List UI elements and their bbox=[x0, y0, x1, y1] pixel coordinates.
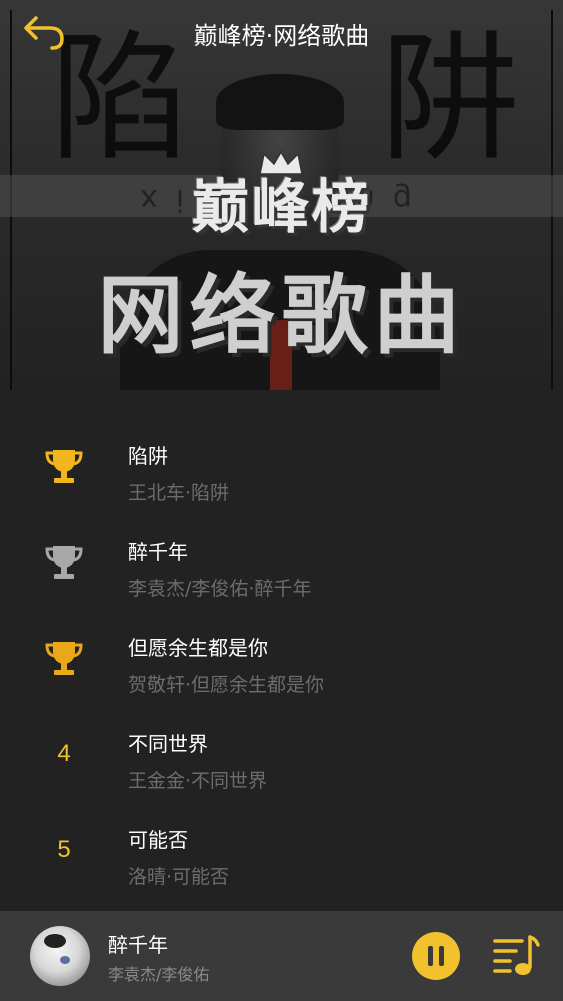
song-artist: 王金金·不同世界 bbox=[128, 770, 268, 792]
player-artist: 李袁杰/李俊佑 bbox=[108, 965, 210, 984]
song-row[interactable]: 醉千年 李袁杰/李俊佑·醉千年 bbox=[0, 516, 563, 612]
pause-button[interactable] bbox=[412, 932, 460, 980]
pause-icon bbox=[428, 946, 433, 966]
rank-badge bbox=[40, 442, 88, 490]
player-song-title: 醉千年 bbox=[108, 933, 168, 957]
rank-badge bbox=[40, 538, 88, 586]
cover-subtitle: 网络歌曲 bbox=[97, 266, 466, 366]
song-title: 可能否 bbox=[128, 828, 188, 852]
rank-badge: 5 bbox=[40, 826, 88, 874]
playlist-button[interactable] bbox=[492, 931, 542, 981]
song-row[interactable]: 5 可能否 洛晴·可能否 bbox=[0, 804, 563, 900]
top-bar: 巅峰榜·网络歌曲 bbox=[0, 0, 563, 66]
trophy-bronze-icon bbox=[45, 642, 83, 675]
pause-icon-bar bbox=[439, 946, 444, 966]
song-row[interactable]: 但愿余生都是你 贺敬轩·但愿余生都是你 bbox=[0, 612, 563, 708]
song-row[interactable]: 陷阱 王北车·陷阱 bbox=[0, 420, 563, 516]
rank-number: 5 bbox=[57, 836, 71, 863]
album-art-shape bbox=[44, 934, 66, 948]
album-art-shape bbox=[60, 956, 70, 964]
page-title: 巅峰榜·网络歌曲 bbox=[193, 22, 370, 50]
player-album-art[interactable] bbox=[30, 926, 90, 986]
song-title: 陷阱 bbox=[128, 444, 168, 468]
song-row[interactable]: 4 不同世界 王金金·不同世界 bbox=[0, 708, 563, 804]
trophy-silver-icon bbox=[45, 546, 83, 579]
song-title: 不同世界 bbox=[128, 732, 208, 756]
rank-badge: 4 bbox=[40, 730, 88, 778]
song-title: 但愿余生都是你 bbox=[128, 636, 268, 660]
rank-badge bbox=[40, 634, 88, 682]
song-artist: 李袁杰/李俊佑·醉千年 bbox=[128, 578, 312, 600]
song-artist: 贺敬轩·但愿余生都是你 bbox=[128, 674, 325, 696]
mini-player[interactable]: 醉千年 李袁杰/李俊佑 bbox=[0, 911, 563, 1001]
song-list: 陷阱 王北车·陷阱 醉千年 李袁杰/李俊佑·醉千年 但愿余生都是你 贺敬轩·但愿… bbox=[0, 420, 563, 900]
playlist-icon bbox=[493, 935, 540, 975]
rank-number: 4 bbox=[57, 740, 71, 767]
trophy-gold-icon bbox=[45, 450, 83, 483]
song-artist: 洛晴·可能否 bbox=[128, 866, 230, 888]
song-artist: 王北车·陷阱 bbox=[128, 482, 230, 504]
song-title: 醉千年 bbox=[128, 540, 188, 564]
cover-logo-text: 巅峰榜 bbox=[191, 173, 372, 241]
